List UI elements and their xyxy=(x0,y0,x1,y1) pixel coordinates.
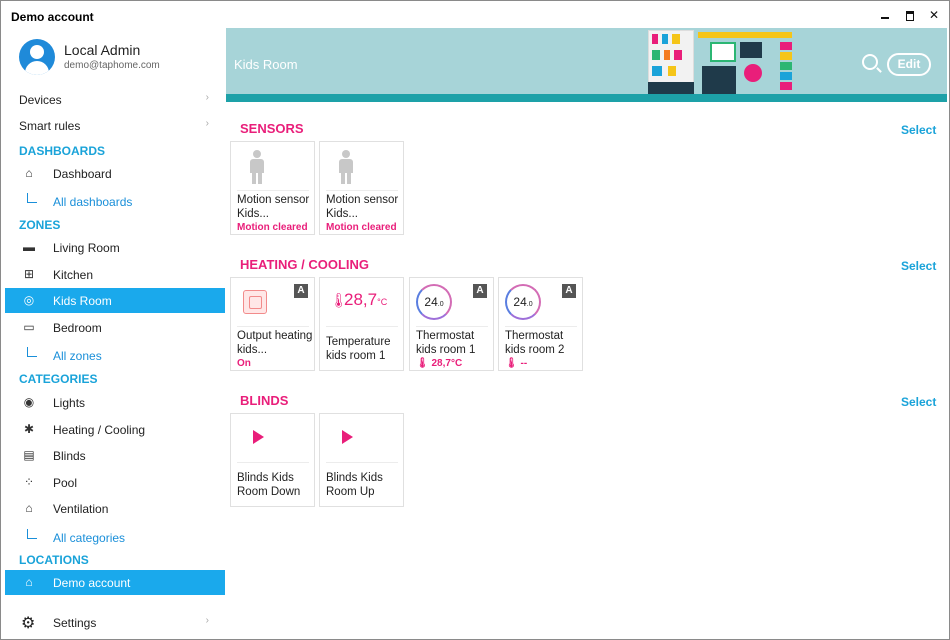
thermometer-icon: 🌡 xyxy=(505,358,518,369)
tile-name: Thermostat kids room 2 xyxy=(505,330,565,356)
section-heating-title: HEATING / COOLING xyxy=(240,257,370,272)
drops-icon: ⁘ xyxy=(23,475,35,489)
bulb-icon: ◉ xyxy=(23,395,35,409)
sidebar: Local Admin demo@taphome.com Devices › S… xyxy=(1,31,225,639)
sidebar-item-bedroom[interactable]: ▭ Bedroom xyxy=(5,315,225,340)
auto-badge: A xyxy=(473,284,487,298)
section-blinds-title: BLINDS xyxy=(240,393,289,408)
page-title: Kids Room xyxy=(234,57,298,72)
kitchen-icon: ⊞ xyxy=(23,267,35,281)
device-tile-motion-sensor-1[interactable]: Motion sensor Kids... Motion cleared xyxy=(230,141,315,235)
section-sensors-title: SENSORS xyxy=(240,121,304,136)
nav-settings[interactable]: ⚙ Settings › xyxy=(1,611,225,635)
maximize-button[interactable] xyxy=(898,5,922,25)
section-zones: ZONES xyxy=(19,218,61,232)
link-all-zones[interactable]: All zones xyxy=(5,345,225,367)
tree-corner-icon xyxy=(27,529,37,539)
search-icon[interactable] xyxy=(862,54,878,70)
profile-email: demo@taphome.com xyxy=(64,60,160,71)
tile-status: 🌡 28,7°C xyxy=(416,358,463,369)
tile-status: Motion cleared xyxy=(237,222,308,233)
thermostat-dial: 24.0 xyxy=(505,284,541,320)
sofa-icon: ▬ xyxy=(23,240,35,254)
close-button[interactable]: ✕ xyxy=(922,5,946,25)
tile-name: Output heating kids... xyxy=(237,330,313,356)
sidebar-item-kids-room[interactable]: ◎ Kids Room xyxy=(5,288,225,313)
user-profile[interactable]: Local Admin demo@taphome.com xyxy=(19,39,219,79)
device-tile-blinds-up[interactable]: Blinds Kids Room Up xyxy=(319,413,404,507)
sidebar-item-dashboard[interactable]: ⌂ Dashboard xyxy=(5,161,225,186)
temperature-value: 28,7°C xyxy=(344,290,388,309)
device-tile-motion-sensor-2[interactable]: Motion sensor Kids... Motion cleared xyxy=(319,141,404,235)
sidebar-item-ventilation[interactable]: ⌂ Ventilation xyxy=(5,496,225,521)
sidebar-item-blinds[interactable]: ▤ Blinds xyxy=(5,443,225,468)
select-sensors-link[interactable]: Select xyxy=(901,123,936,137)
tile-name: Thermostat kids room 1 xyxy=(416,330,476,356)
house-icon: ⌂ xyxy=(25,575,33,589)
blinds-icon: ▤ xyxy=(23,448,35,462)
gamepad-icon: ◎ xyxy=(23,293,35,307)
title-bar: Demo account ✕ xyxy=(1,1,949,31)
banner-strip xyxy=(226,94,947,102)
profile-name: Local Admin xyxy=(64,42,141,58)
nav-smart-rules-label: Smart rules xyxy=(19,119,81,133)
tile-name: Blinds Kids Room Down xyxy=(237,472,301,498)
tile-name: Motion sensor Kids... xyxy=(326,194,399,220)
device-tile-thermostat-1[interactable]: 24.0 A Thermostat kids room 1 🌡 28,7°C xyxy=(409,277,494,371)
link-all-dashboards[interactable]: All dashboards xyxy=(5,191,225,213)
chevron-right-icon: › xyxy=(205,92,209,103)
window-title: Demo account xyxy=(11,10,94,24)
play-icon xyxy=(253,430,264,444)
chevron-right-icon: › xyxy=(205,118,209,129)
thermometer-icon: 🌡 xyxy=(416,358,429,369)
select-blinds-link[interactable]: Select xyxy=(901,395,936,409)
bed-icon: ▭ xyxy=(23,320,35,334)
tree-corner-icon xyxy=(27,193,37,203)
auto-badge: A xyxy=(562,284,576,298)
device-tile-output-heating[interactable]: A Output heating kids... On xyxy=(230,277,315,371)
room-header-banner: Kids Room Edit xyxy=(226,28,947,102)
tile-status: On xyxy=(237,358,251,369)
tile-name: Motion sensor Kids... xyxy=(237,194,310,220)
auto-badge: A xyxy=(294,284,308,298)
sidebar-item-kitchen[interactable]: ⊞ Kitchen xyxy=(5,262,225,287)
minimize-button[interactable] xyxy=(873,5,897,25)
person-icon xyxy=(249,150,265,184)
select-heating-link[interactable]: Select xyxy=(901,259,936,273)
sidebar-item-heating-cooling[interactable]: ✱ Heating / Cooling xyxy=(5,417,225,442)
play-icon xyxy=(342,430,353,444)
device-tile-temperature[interactable]: 🌡 28,7°C Temperature kids room 1 xyxy=(319,277,404,371)
sidebar-item-demo-account[interactable]: ⌂ Demo account xyxy=(5,570,225,595)
tile-name: Temperature kids room 1 xyxy=(326,336,391,362)
chevron-right-icon: › xyxy=(205,615,209,626)
person-icon xyxy=(338,150,354,184)
device-tile-thermostat-2[interactable]: 24.0 A Thermostat kids room 2 🌡 -- xyxy=(498,277,583,371)
app-window: Demo account ✕ Local Admin demo@taphome.… xyxy=(0,0,950,640)
section-locations: LOCATIONS xyxy=(19,553,89,567)
sidebar-item-living-room[interactable]: ▬ Living Room xyxy=(5,235,225,260)
link-all-categories[interactable]: All categories xyxy=(5,527,225,549)
section-categories: CATEGORIES xyxy=(19,372,98,386)
sidebar-item-pool[interactable]: ⁘ Pool xyxy=(5,470,225,495)
avatar xyxy=(19,39,55,75)
ventilation-house-icon: ⌂ xyxy=(25,501,33,515)
heater-icon xyxy=(243,290,267,314)
tile-status: 🌡 -- xyxy=(505,358,528,369)
tree-corner-icon xyxy=(27,347,37,357)
gear-icon: ⚙ xyxy=(21,615,36,632)
house-icon: ⌂ xyxy=(25,166,33,180)
device-tile-blinds-down[interactable]: Blinds Kids Room Down xyxy=(230,413,315,507)
thermostat-dial: 24.0 xyxy=(416,284,452,320)
fan-icon: ✱ xyxy=(23,422,35,436)
sidebar-item-lights[interactable]: ◉ Lights xyxy=(5,390,225,415)
nav-devices[interactable]: Devices › xyxy=(1,88,225,112)
nav-smart-rules[interactable]: Smart rules › xyxy=(1,114,225,138)
tile-status: Motion cleared xyxy=(326,222,397,233)
section-dashboards: DASHBOARDS xyxy=(19,144,106,158)
kids-room-illustration xyxy=(644,28,796,102)
nav-devices-label: Devices xyxy=(19,93,62,107)
tile-name: Blinds Kids Room Up xyxy=(326,472,383,498)
edit-button[interactable]: Edit xyxy=(887,53,931,76)
